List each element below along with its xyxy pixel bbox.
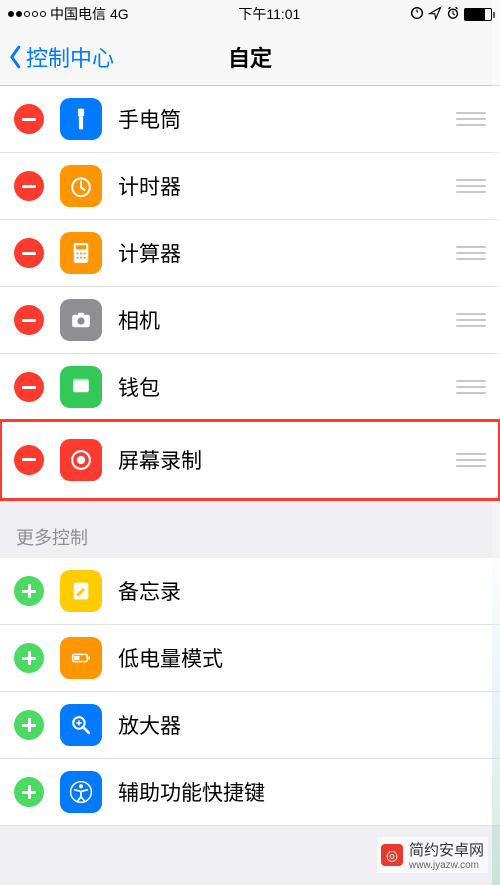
calculator-icon — [60, 232, 102, 274]
watermark-logo-icon: ◎ — [381, 844, 403, 866]
more-controls-header: 更多控制 — [0, 500, 500, 558]
add-button[interactable] — [14, 643, 44, 673]
navigation-bar: 控制中心 自定 — [0, 28, 500, 86]
carrier-label: 中国电信 — [50, 4, 106, 24]
network-label: 4G — [110, 6, 129, 22]
signal-icon — [8, 11, 46, 17]
more-controls-list: 备忘录低电量模式放大器辅助功能快捷键 — [0, 558, 500, 826]
accessibility-icon — [60, 771, 102, 813]
back-button[interactable]: 控制中心 — [0, 41, 114, 73]
reorder-handle[interactable] — [456, 453, 486, 467]
remove-button[interactable] — [14, 305, 44, 335]
flashlight-icon — [60, 98, 102, 140]
watermark: ◎ 简约安卓网 www.jyazw.com — [377, 837, 488, 873]
control-row: 手电筒 — [0, 86, 500, 153]
add-button[interactable] — [14, 710, 44, 740]
battery-icon — [464, 8, 492, 21]
control-row: 计时器 — [0, 153, 500, 220]
watermark-text: 简约安卓网 — [409, 839, 484, 860]
control-row: 辅助功能快捷键 — [0, 759, 500, 826]
remove-button[interactable] — [14, 372, 44, 402]
location-icon — [428, 6, 442, 23]
control-row: 相机 — [0, 287, 500, 354]
reorder-handle[interactable] — [456, 112, 486, 126]
time-label: 下午11:01 — [238, 4, 300, 24]
control-row: 放大器 — [0, 692, 500, 759]
included-controls-list: 手电筒计时器计算器相机钱包屏幕录制 — [0, 86, 500, 500]
reorder-handle[interactable] — [456, 313, 486, 327]
watermark-url: www.jyazw.com — [409, 860, 484, 871]
control-label: 放大器 — [118, 710, 486, 740]
control-label: 钱包 — [118, 372, 456, 402]
control-row: 屏幕录制 — [0, 420, 500, 500]
record-icon — [60, 439, 102, 481]
content-scroll[interactable]: 手电筒计时器计算器相机钱包屏幕录制 更多控制 备忘录低电量模式放大器辅助功能快捷… — [0, 86, 500, 885]
control-label: 计算器 — [118, 238, 456, 268]
alarm-icon — [446, 6, 460, 23]
reorder-handle[interactable] — [456, 179, 486, 193]
camera-icon — [60, 299, 102, 341]
wallet-icon — [60, 366, 102, 408]
add-button[interactable] — [14, 576, 44, 606]
remove-button[interactable] — [14, 238, 44, 268]
control-label: 屏幕录制 — [118, 445, 456, 475]
remove-button[interactable] — [14, 104, 44, 134]
control-row: 计算器 — [0, 220, 500, 287]
magnifier-icon — [60, 704, 102, 746]
control-label: 手电筒 — [118, 104, 456, 134]
control-label: 计时器 — [118, 171, 456, 201]
notes-icon — [60, 570, 102, 612]
add-button[interactable] — [14, 777, 44, 807]
control-label: 低电量模式 — [118, 643, 486, 673]
reorder-handle[interactable] — [456, 380, 486, 394]
control-row: 钱包 — [0, 354, 500, 421]
lock-rotation-icon — [410, 6, 424, 23]
back-label: 控制中心 — [26, 41, 114, 73]
control-row: 备忘录 — [0, 558, 500, 625]
lowpower-icon — [60, 637, 102, 679]
reorder-handle[interactable] — [456, 246, 486, 260]
control-row: 低电量模式 — [0, 625, 500, 692]
status-bar: 中国电信 4G 下午11:01 — [0, 0, 500, 28]
timer-icon — [60, 165, 102, 207]
page-title: 自定 — [228, 41, 272, 73]
control-label: 备忘录 — [118, 576, 486, 606]
remove-button[interactable] — [14, 171, 44, 201]
control-label: 辅助功能快捷键 — [118, 777, 486, 807]
remove-button[interactable] — [14, 445, 44, 475]
control-label: 相机 — [118, 305, 456, 335]
chevron-left-icon — [8, 45, 24, 69]
